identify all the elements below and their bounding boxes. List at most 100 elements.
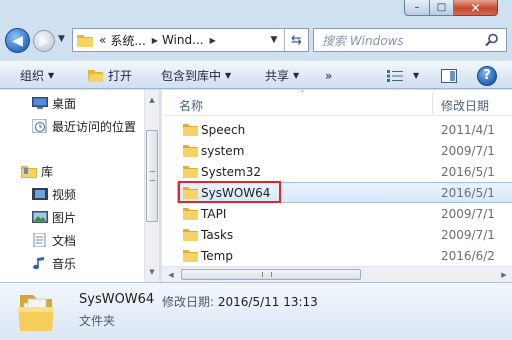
scrollbar-thumb[interactable] — [181, 269, 361, 280]
file-date: 2011/4/1 — [441, 123, 495, 137]
file-date: 2016/5/1 — [441, 165, 495, 179]
more-commands-button[interactable]: » — [325, 62, 332, 89]
address-dropdown-icon[interactable]: ▼ — [266, 29, 282, 51]
table-row[interactable]: system 2009/7/1 — [162, 140, 512, 161]
nav-item-pictures[interactable]: 图片 — [32, 206, 76, 228]
file-name: Temp — [201, 249, 233, 263]
refresh-icon[interactable]: ⇆ — [284, 29, 308, 51]
chevron-down-icon: ▼ — [225, 71, 232, 80]
nav-item-videos[interactable]: 视频 — [32, 183, 76, 205]
library-icon — [21, 166, 37, 178]
open-label: 打开 — [108, 69, 133, 83]
file-name: Speech — [201, 123, 246, 137]
details-pane: SysWOW64 修改日期: 2016/5/11 13:13 文件夹 — [0, 282, 512, 340]
command-bar: 组织 ▼ 打开 包含到库中 ▼ 共享 ▼ » ▼ ? — [0, 61, 512, 89]
change-view-button[interactable]: ▼ — [387, 62, 419, 89]
share-label: 共享 — [265, 69, 290, 83]
nav-item-desktop[interactable]: 桌面 — [32, 92, 76, 114]
sort-ascending-icon: ⌃ — [299, 89, 306, 98]
chevron-down-icon: ▼ — [48, 71, 55, 80]
folder-icon — [183, 124, 198, 136]
file-date: 2016/6/2 — [441, 249, 495, 263]
back-button[interactable]: ◀ — [5, 28, 30, 53]
table-row-selected[interactable]: SysWOW64 2016/5/1 — [162, 181, 512, 203]
nav-item-label: 最近访问的位置 — [52, 119, 137, 134]
include-in-library-label: 包含到库中 — [161, 69, 222, 83]
open-button[interactable]: 打开 — [88, 62, 132, 89]
open-folder-icon — [88, 69, 104, 82]
share-button[interactable]: 共享 ▼ — [265, 62, 299, 89]
maximize-button[interactable]: □ — [430, 0, 454, 16]
breadcrumb-separator-icon[interactable]: ▶ — [152, 36, 158, 45]
desktop-icon — [32, 97, 48, 109]
navigation-pane: 桌面 最近访问的位置 库 视频 图片 文档 音乐 ▲ ▼ — [0, 90, 159, 282]
scroll-down-icon[interactable]: ▼ — [145, 264, 159, 280]
table-row[interactable]: Tasks 2009/7/1 — [162, 224, 512, 245]
scrollbar-thumb[interactable] — [146, 130, 158, 222]
details-modified-label: 修改日期: — [162, 295, 215, 309]
scroll-right-icon[interactable]: ▶ — [496, 267, 512, 282]
breadcrumb-item[interactable]: Wind... — [162, 33, 204, 47]
file-date: 2016/5/1 — [441, 186, 495, 200]
details-modified: 修改日期: 2016/5/11 13:13 — [162, 293, 318, 310]
minimize-button[interactable]: – — [404, 0, 430, 16]
nav-item-label: 库 — [41, 164, 54, 179]
forward-button[interactable]: ▶ — [33, 30, 55, 52]
nav-item-label: 音乐 — [52, 256, 77, 271]
details-file-name: SysWOW64 — [79, 292, 155, 307]
nav-item-label: 桌面 — [52, 96, 77, 111]
nav-item-label: 图片 — [52, 210, 77, 225]
nav-pane-scrollbar[interactable]: ▲ ▼ — [144, 90, 159, 282]
search-icon[interactable] — [485, 33, 499, 47]
column-header-row: ⌃ 名称 修改日期 — [162, 89, 512, 116]
table-row[interactable]: Speech 2011/4/1 — [162, 119, 512, 140]
folder-icon — [77, 33, 93, 47]
scroll-left-icon[interactable]: ◀ — [163, 267, 179, 282]
nav-item-recent-places[interactable]: 最近访问的位置 — [32, 115, 136, 137]
search-input[interactable]: 搜索 Windows — [313, 28, 507, 52]
table-row[interactable]: TAPI 2009/7/1 — [162, 203, 512, 224]
nav-item-label: 视频 — [52, 187, 77, 202]
chevron-down-icon[interactable]: ▼ — [413, 71, 419, 80]
nav-item-label: 文档 — [52, 233, 77, 248]
column-header-modified[interactable]: 修改日期 — [441, 97, 489, 114]
pictures-icon — [32, 211, 48, 223]
file-date: 2009/7/1 — [441, 207, 495, 221]
file-date: 2009/7/1 — [441, 228, 495, 242]
file-name: System32 — [201, 165, 262, 179]
folder-icon — [183, 250, 198, 262]
folder-icon — [183, 187, 198, 199]
breadcrumb-separator-icon[interactable]: ▶ — [210, 36, 216, 45]
include-in-library-button[interactable]: 包含到库中 ▼ — [161, 62, 231, 89]
file-date: 2009/7/1 — [441, 144, 495, 158]
column-header-name[interactable]: 名称 — [179, 97, 203, 114]
address-bar[interactable]: « 系统... ▶ Wind... ▶ ▼ ⇆ — [72, 28, 309, 52]
preview-pane-button[interactable] — [441, 62, 457, 89]
search-placeholder: 搜索 Windows — [322, 33, 404, 48]
nav-item-music[interactable]: 音乐 — [32, 252, 76, 274]
recent-pages-dropdown[interactable]: ▼ — [58, 34, 65, 44]
folder-icon — [183, 208, 198, 220]
table-row[interactable]: Temp 2016/6/2 — [162, 245, 512, 266]
help-button[interactable]: ? — [477, 62, 497, 89]
scroll-up-icon[interactable]: ▲ — [145, 92, 159, 108]
back-arrow-icon: ◀ — [12, 32, 23, 49]
forward-arrow-icon: ▶ — [39, 34, 49, 48]
column-divider[interactable] — [432, 92, 433, 114]
close-button[interactable]: ✕ — [454, 0, 498, 16]
organize-button[interactable]: 组织 ▼ — [20, 62, 54, 89]
video-icon — [32, 188, 48, 200]
file-name: TAPI — [201, 207, 227, 221]
nav-item-documents[interactable]: 文档 — [32, 229, 76, 251]
chevron-down-icon: ▼ — [293, 71, 300, 80]
caption-buttons: – □ ✕ — [404, 0, 498, 16]
more-label: » — [325, 68, 333, 83]
breadcrumb-item[interactable]: 系统... — [110, 32, 145, 49]
file-list: ⌃ 名称 修改日期 Speech 2011/4/1 system 2009/7/… — [161, 89, 512, 282]
file-list-horizontal-scrollbar[interactable]: ◀ ▶ — [162, 266, 512, 282]
recent-places-icon — [32, 119, 47, 133]
breadcrumb-overflow[interactable]: « — [99, 33, 106, 47]
table-row[interactable]: System32 2016/5/1 — [162, 161, 512, 182]
nav-item-libraries[interactable]: 库 — [21, 160, 53, 182]
music-icon — [33, 257, 44, 270]
